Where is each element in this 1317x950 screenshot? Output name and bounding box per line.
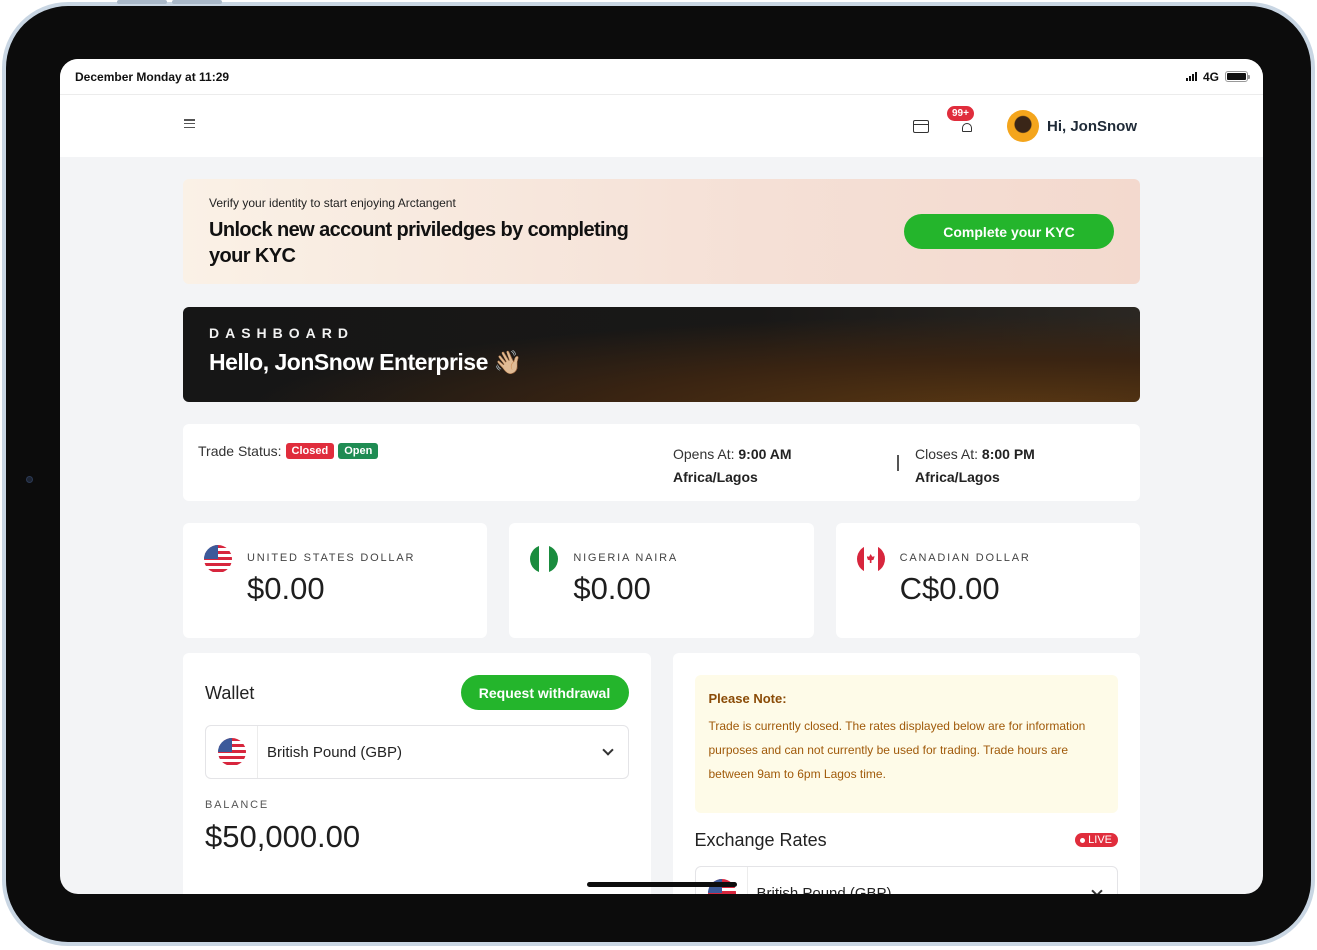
camera-icon bbox=[26, 476, 33, 483]
menu-icon[interactable] bbox=[184, 119, 195, 128]
live-dot-icon bbox=[1080, 837, 1086, 843]
chevron-down-icon bbox=[1091, 885, 1103, 894]
complete-kyc-button[interactable]: Complete your KYC bbox=[904, 214, 1114, 249]
volume-button bbox=[117, 0, 167, 4]
lower-panels: Wallet Request withdrawal British Pound … bbox=[183, 653, 1140, 894]
ca-flag-icon bbox=[856, 545, 885, 573]
kyc-title: Unlock new account priviledges by comple… bbox=[209, 219, 629, 267]
kyc-subtitle: Verify your identity to start enjoying A… bbox=[209, 196, 456, 210]
live-label: LIVE bbox=[1088, 834, 1112, 846]
exchange-rates-title: Exchange Rates bbox=[694, 830, 827, 850]
status-indicators: 4G bbox=[1185, 69, 1250, 84]
us-flag-icon bbox=[204, 545, 232, 573]
flag-box bbox=[206, 726, 258, 778]
avatar[interactable] bbox=[1007, 110, 1039, 142]
main-content: Verify your identity to start enjoying A… bbox=[183, 179, 1140, 894]
selected-currency: British Pound (GBP) bbox=[267, 743, 403, 761]
dashboard-label: DASHBOARD bbox=[209, 325, 354, 341]
tablet-frame: December Monday at 11:29 4G 99+ Hi, JonS… bbox=[2, 0, 1315, 946]
status-time: December Monday at 11:29 bbox=[75, 69, 230, 84]
trade-status-card: Trade Status: Closed Open Opens At: 9:00… bbox=[183, 424, 1140, 501]
rates-panel: Please Note: Trade is currently closed. … bbox=[672, 653, 1140, 895]
opens-at: Opens At: 9:00 AM Africa/Lagos bbox=[673, 443, 792, 489]
divider bbox=[897, 455, 899, 471]
open-badge: Open bbox=[338, 443, 379, 459]
nav-actions: 99+ Hi, JonSnow bbox=[913, 106, 1137, 143]
currency-card-ngn[interactable]: NIGERIA NAIRA $0.00 bbox=[509, 523, 814, 638]
volume-button bbox=[172, 0, 222, 4]
live-badge: LIVE bbox=[1075, 833, 1118, 847]
selected-currency: British Pound (GBP) bbox=[756, 884, 892, 895]
balance-label: BALANCE bbox=[205, 799, 269, 811]
closes-at: Closes At: 8:00 PM Africa/Lagos bbox=[915, 443, 1035, 489]
us-flag-icon bbox=[218, 738, 246, 766]
flag-box bbox=[696, 867, 748, 894]
currency-name: UNITED STATES DOLLAR bbox=[247, 552, 416, 564]
chevron-down-icon bbox=[601, 744, 614, 756]
currency-amount: C$0.00 bbox=[899, 571, 1000, 606]
currency-name: CANADIAN DOLLAR bbox=[899, 552, 1031, 564]
currency-name: NIGERIA NAIRA bbox=[573, 552, 679, 564]
battery-icon bbox=[1225, 71, 1250, 82]
currency-card-cad[interactable]: CANADIAN DOLLAR C$0.00 bbox=[835, 523, 1140, 638]
kyc-banner: Verify your identity to start enjoying A… bbox=[183, 179, 1140, 284]
closes-zone: Africa/Lagos bbox=[915, 469, 1000, 485]
exchange-currency-select[interactable]: British Pound (GBP) bbox=[694, 866, 1118, 895]
wallet-currency-select[interactable]: British Pound (GBP) bbox=[205, 725, 629, 779]
ng-flag-icon bbox=[530, 545, 559, 573]
bell-icon bbox=[962, 123, 972, 132]
closed-badge: Closed bbox=[285, 443, 335, 459]
request-withdrawal-button[interactable]: Request withdrawal bbox=[460, 675, 629, 710]
closes-time: 8:00 PM bbox=[981, 446, 1035, 462]
wallet-title: Wallet bbox=[205, 683, 255, 703]
wallet-icon[interactable] bbox=[913, 119, 929, 133]
status-bar: December Monday at 11:29 4G bbox=[60, 59, 1263, 95]
dashboard-greeting: Hello, JonSnow Enterprise 👋🏼 bbox=[209, 349, 522, 375]
home-indicator[interactable] bbox=[587, 882, 737, 887]
top-navbar: 99+ Hi, JonSnow bbox=[60, 95, 1263, 157]
notifications-button[interactable]: 99+ bbox=[947, 106, 975, 134]
currency-amount: $0.00 bbox=[573, 571, 651, 606]
trade-status-label: Trade Status: bbox=[198, 443, 282, 459]
note-text: Trade is currently closed. The rates dis… bbox=[708, 719, 1086, 781]
opens-label: Opens At: bbox=[673, 446, 735, 462]
user-greeting[interactable]: Hi, JonSnow bbox=[1047, 118, 1137, 135]
app-screen: December Monday at 11:29 4G 99+ Hi, JonS… bbox=[60, 59, 1263, 894]
balance-amount: $50,000.00 bbox=[205, 819, 361, 854]
trade-note: Please Note: Trade is currently closed. … bbox=[694, 675, 1118, 813]
notification-badge: 99+ bbox=[947, 106, 974, 121]
dashboard-hero: DASHBOARD Hello, JonSnow Enterprise 👋🏼 bbox=[183, 307, 1140, 402]
network-label: 4G bbox=[1202, 69, 1219, 84]
signal-icon bbox=[1185, 72, 1197, 81]
currency-amount: $0.00 bbox=[247, 571, 325, 606]
opens-zone: Africa/Lagos bbox=[673, 469, 758, 485]
trade-status: Trade Status: Closed Open bbox=[198, 443, 379, 459]
opens-time: 9:00 AM bbox=[738, 446, 792, 462]
currency-cards: UNITED STATES DOLLAR $0.00 NIGERIA NAIRA… bbox=[183, 523, 1140, 638]
wallet-panel: Wallet Request withdrawal British Pound … bbox=[183, 653, 651, 894]
currency-card-usd[interactable]: UNITED STATES DOLLAR $0.00 bbox=[183, 523, 488, 638]
note-title: Please Note: bbox=[708, 691, 787, 706]
closes-label: Closes At: bbox=[915, 446, 979, 462]
